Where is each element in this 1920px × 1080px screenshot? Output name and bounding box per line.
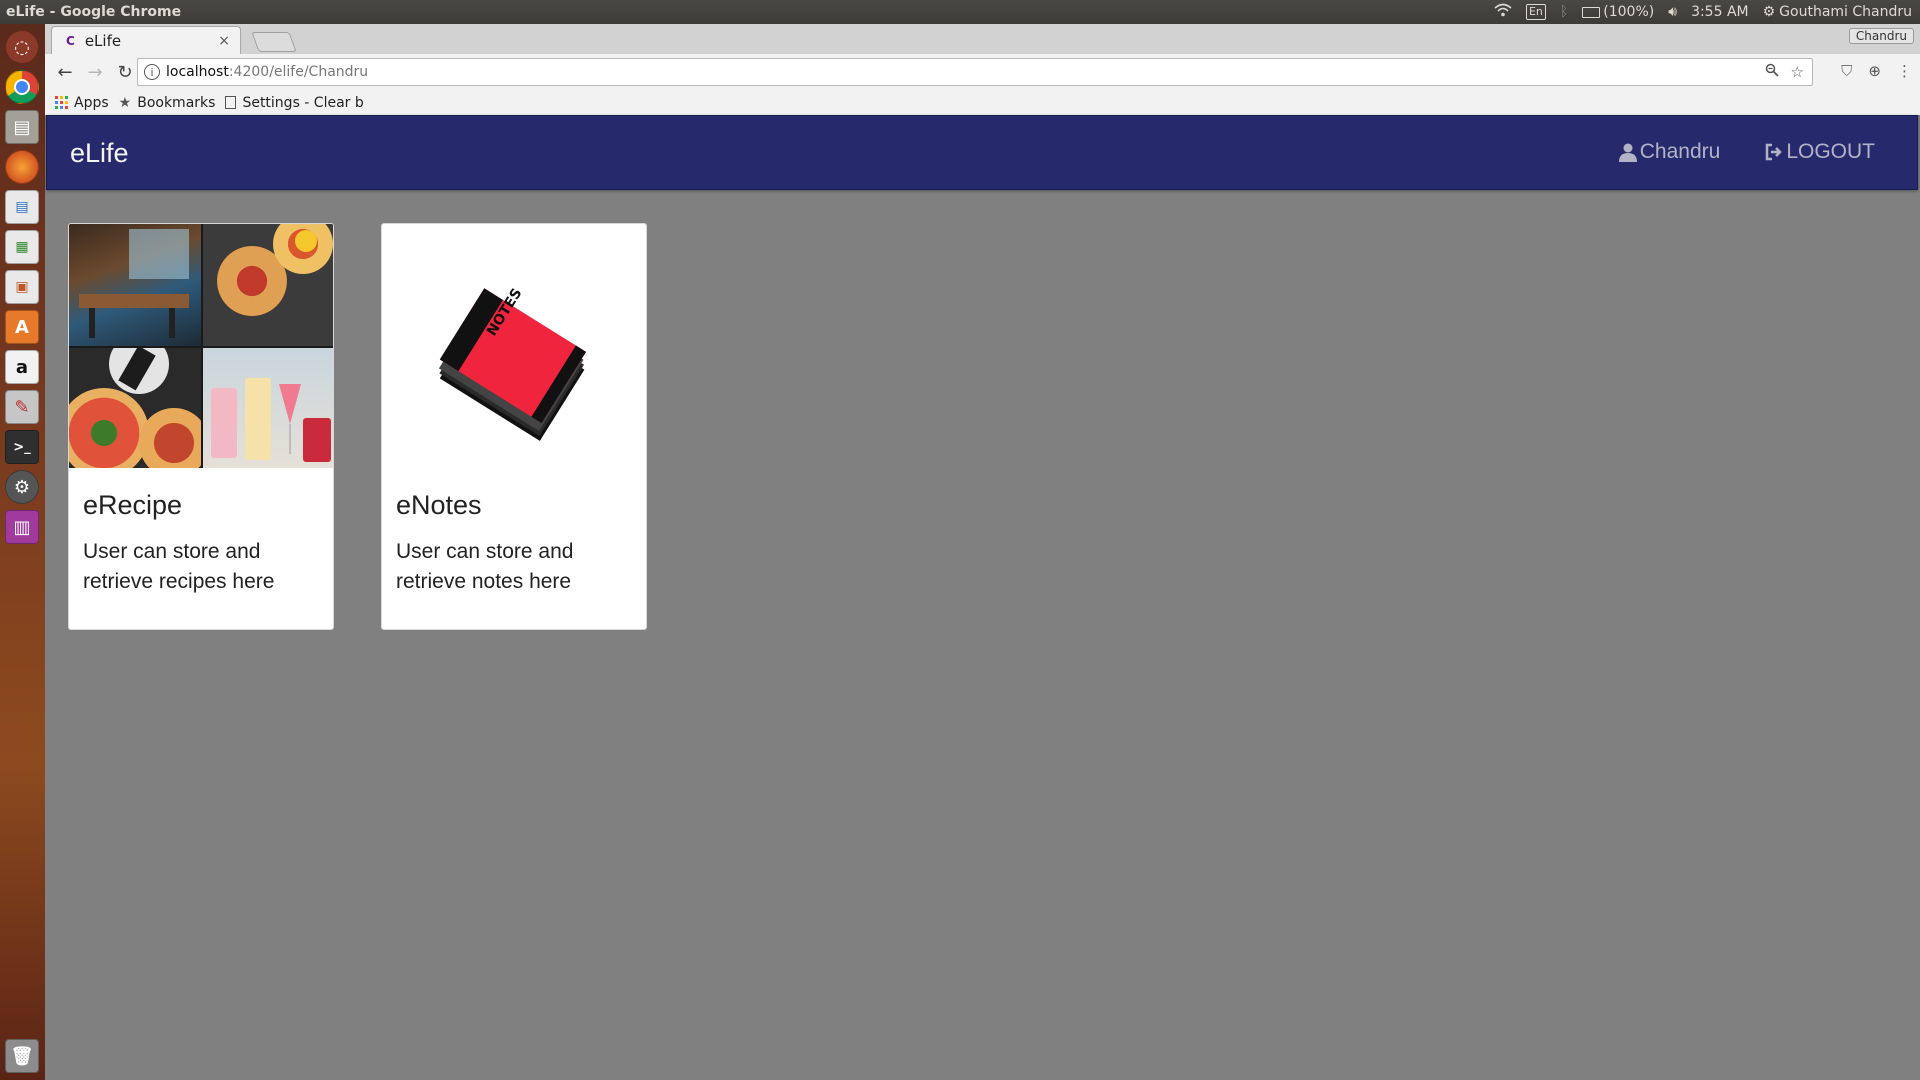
page-content: eLife Chandru LOGOUT eRecipe User can st… (45, 115, 1920, 1080)
calc-icon[interactable]: ▦ (5, 230, 39, 264)
card-description: User can store and retrieve notes here (396, 540, 574, 593)
window-title: eLife - Google Chrome (6, 4, 182, 20)
tab-favicon: C (66, 33, 75, 48)
battery-icon (1582, 6, 1601, 18)
tab-title: eLife (84, 31, 122, 50)
bookmark-settings-label: Settings - Clear b (242, 94, 364, 111)
impress-icon[interactable]: ▣ (5, 270, 39, 304)
wifi-icon[interactable] (1494, 3, 1512, 21)
card-title: eNotes (396, 490, 482, 520)
bluetooth-icon[interactable]: ᛒ (1560, 4, 1568, 20)
enotes-card[interactable]: NOTES eNotes User can store and retrieve… (381, 223, 647, 630)
erecipe-card-body: eRecipe User can store and retrieve reci… (69, 490, 333, 597)
terminal-icon[interactable]: >_ (5, 430, 39, 464)
firefox-icon[interactable] (5, 150, 39, 184)
page-icon (225, 96, 237, 109)
user-name: Chandru (1639, 140, 1721, 163)
tab-elife[interactable]: C eLife × (51, 26, 241, 54)
bookmarks-bar: Apps ★ Bookmarks Settings - Clear b (45, 90, 1920, 115)
session-menu[interactable]: ⚙ Gouthami Chandru (1763, 4, 1912, 20)
restaurant-interior-photo (69, 224, 201, 346)
browser-window: C eLife × Chandru ← → ↻ i localhost:4200… (45, 24, 1920, 115)
dash-home-icon[interactable]: ◌ (5, 30, 39, 64)
brand-link[interactable]: eLife (70, 138, 129, 169)
session-user-name: Gouthami Chandru (1779, 4, 1912, 20)
url-path: :4200/elife/Chandru (228, 64, 369, 80)
bookmark-folder-label: Bookmarks (137, 94, 216, 111)
software-center-icon[interactable]: A (5, 310, 39, 344)
logout-label: LOGOUT (1786, 140, 1875, 163)
shield-extension-icon[interactable]: ⛉ (1841, 62, 1852, 80)
reload-icon[interactable]: ↻ (111, 62, 139, 83)
trash-icon[interactable]: 🗑︎ (5, 1039, 39, 1073)
enotes-image: NOTES (382, 224, 646, 468)
bookmark-star-icon[interactable]: ☆ (1791, 63, 1804, 81)
bookmark-folder[interactable]: ★ Bookmarks (119, 95, 216, 111)
globe-extension-icon[interactable]: ⊕ (1868, 62, 1881, 80)
food-collage (69, 224, 333, 468)
back-icon[interactable]: ← (51, 62, 79, 83)
user-profile-link[interactable]: Chandru (1618, 140, 1721, 164)
pizza-table-photo (203, 224, 333, 346)
bookmark-apps[interactable]: Apps (55, 95, 109, 111)
forward-icon[interactable]: → (81, 62, 109, 83)
profile-button[interactable]: Chandru (1848, 28, 1914, 44)
extension-icons: ⛉ ⊕ ⋮ (1841, 62, 1912, 80)
url-text: localhost:4200/elife/Chandru (166, 64, 368, 80)
erecipe-image (69, 224, 333, 468)
erecipe-card[interactable]: eRecipe User can store and retrieve reci… (68, 223, 334, 630)
system-tray: En ᛒ (100%) 🔊︎ 3:55 AM ⚙ Gouthami Chandr… (1494, 3, 1920, 21)
gear-icon: ⚙ (1762, 4, 1776, 20)
browser-toolbar: ← → ↻ i localhost:4200/elife/Chandru ☆ ⛉… (45, 54, 1920, 90)
amazon-icon[interactable]: a (5, 350, 39, 384)
omnibox-actions: ☆ (1765, 63, 1804, 81)
card-description: User can store and retrieve recipes here (83, 540, 275, 593)
clock[interactable]: 3:55 AM (1691, 4, 1749, 20)
os-top-panel: eLife - Google Chrome En ᛒ (100%) 🔊︎ 3:5… (0, 0, 1920, 24)
navbar-right: Chandru LOGOUT (1618, 140, 1875, 164)
files-icon[interactable]: ▤ (5, 110, 39, 144)
apps-grid-icon (55, 96, 68, 109)
star-icon: ★ (118, 94, 132, 111)
logout-link[interactable]: LOGOUT (1764, 140, 1875, 164)
app-navbar: eLife Chandru LOGOUT (46, 115, 1918, 190)
site-info-icon[interactable]: i (144, 64, 160, 80)
unity-launcher: ◌ ▤ ▤ ▦ ▣ A a ✎ >_ ⚙ ▥ 🗑︎ (0, 24, 46, 1080)
address-bar[interactable]: i localhost:4200/elife/Chandru ☆ (137, 58, 1813, 86)
bookmark-apps-label: Apps (74, 94, 109, 111)
workspace-switcher-icon[interactable]: ▥ (5, 510, 39, 544)
notes-book-illustration: NOTES (438, 286, 587, 441)
url-host: localhost (166, 64, 229, 80)
settings-icon[interactable]: ✎ (5, 390, 39, 424)
new-tab-button[interactable] (251, 32, 297, 52)
zoom-icon[interactable] (1765, 63, 1779, 81)
battery-indicator[interactable]: (100%) (1582, 4, 1654, 20)
tab-strip: C eLife × Chandru (45, 24, 1920, 54)
battery-percent: (100%) (1603, 4, 1655, 20)
enotes-card-body: eNotes User can store and retrieve notes… (382, 490, 646, 597)
user-icon (1618, 143, 1637, 162)
logout-icon (1766, 143, 1783, 161)
pizza-wine-photo (69, 348, 201, 468)
bookmark-settings[interactable]: Settings - Clear b (225, 94, 364, 111)
card-title: eRecipe (83, 490, 183, 520)
close-tab-icon[interactable]: × (218, 33, 230, 49)
chrome-icon[interactable] (5, 70, 39, 104)
volume-icon[interactable]: 🔊︎ (1668, 4, 1677, 20)
system-settings-icon[interactable]: ⚙ (5, 470, 39, 504)
keyboard-language-indicator[interactable]: En (1525, 4, 1546, 20)
menu-icon[interactable]: ⋮ (1897, 62, 1912, 80)
writer-icon[interactable]: ▤ (5, 190, 39, 224)
cocktails-photo (203, 348, 333, 468)
